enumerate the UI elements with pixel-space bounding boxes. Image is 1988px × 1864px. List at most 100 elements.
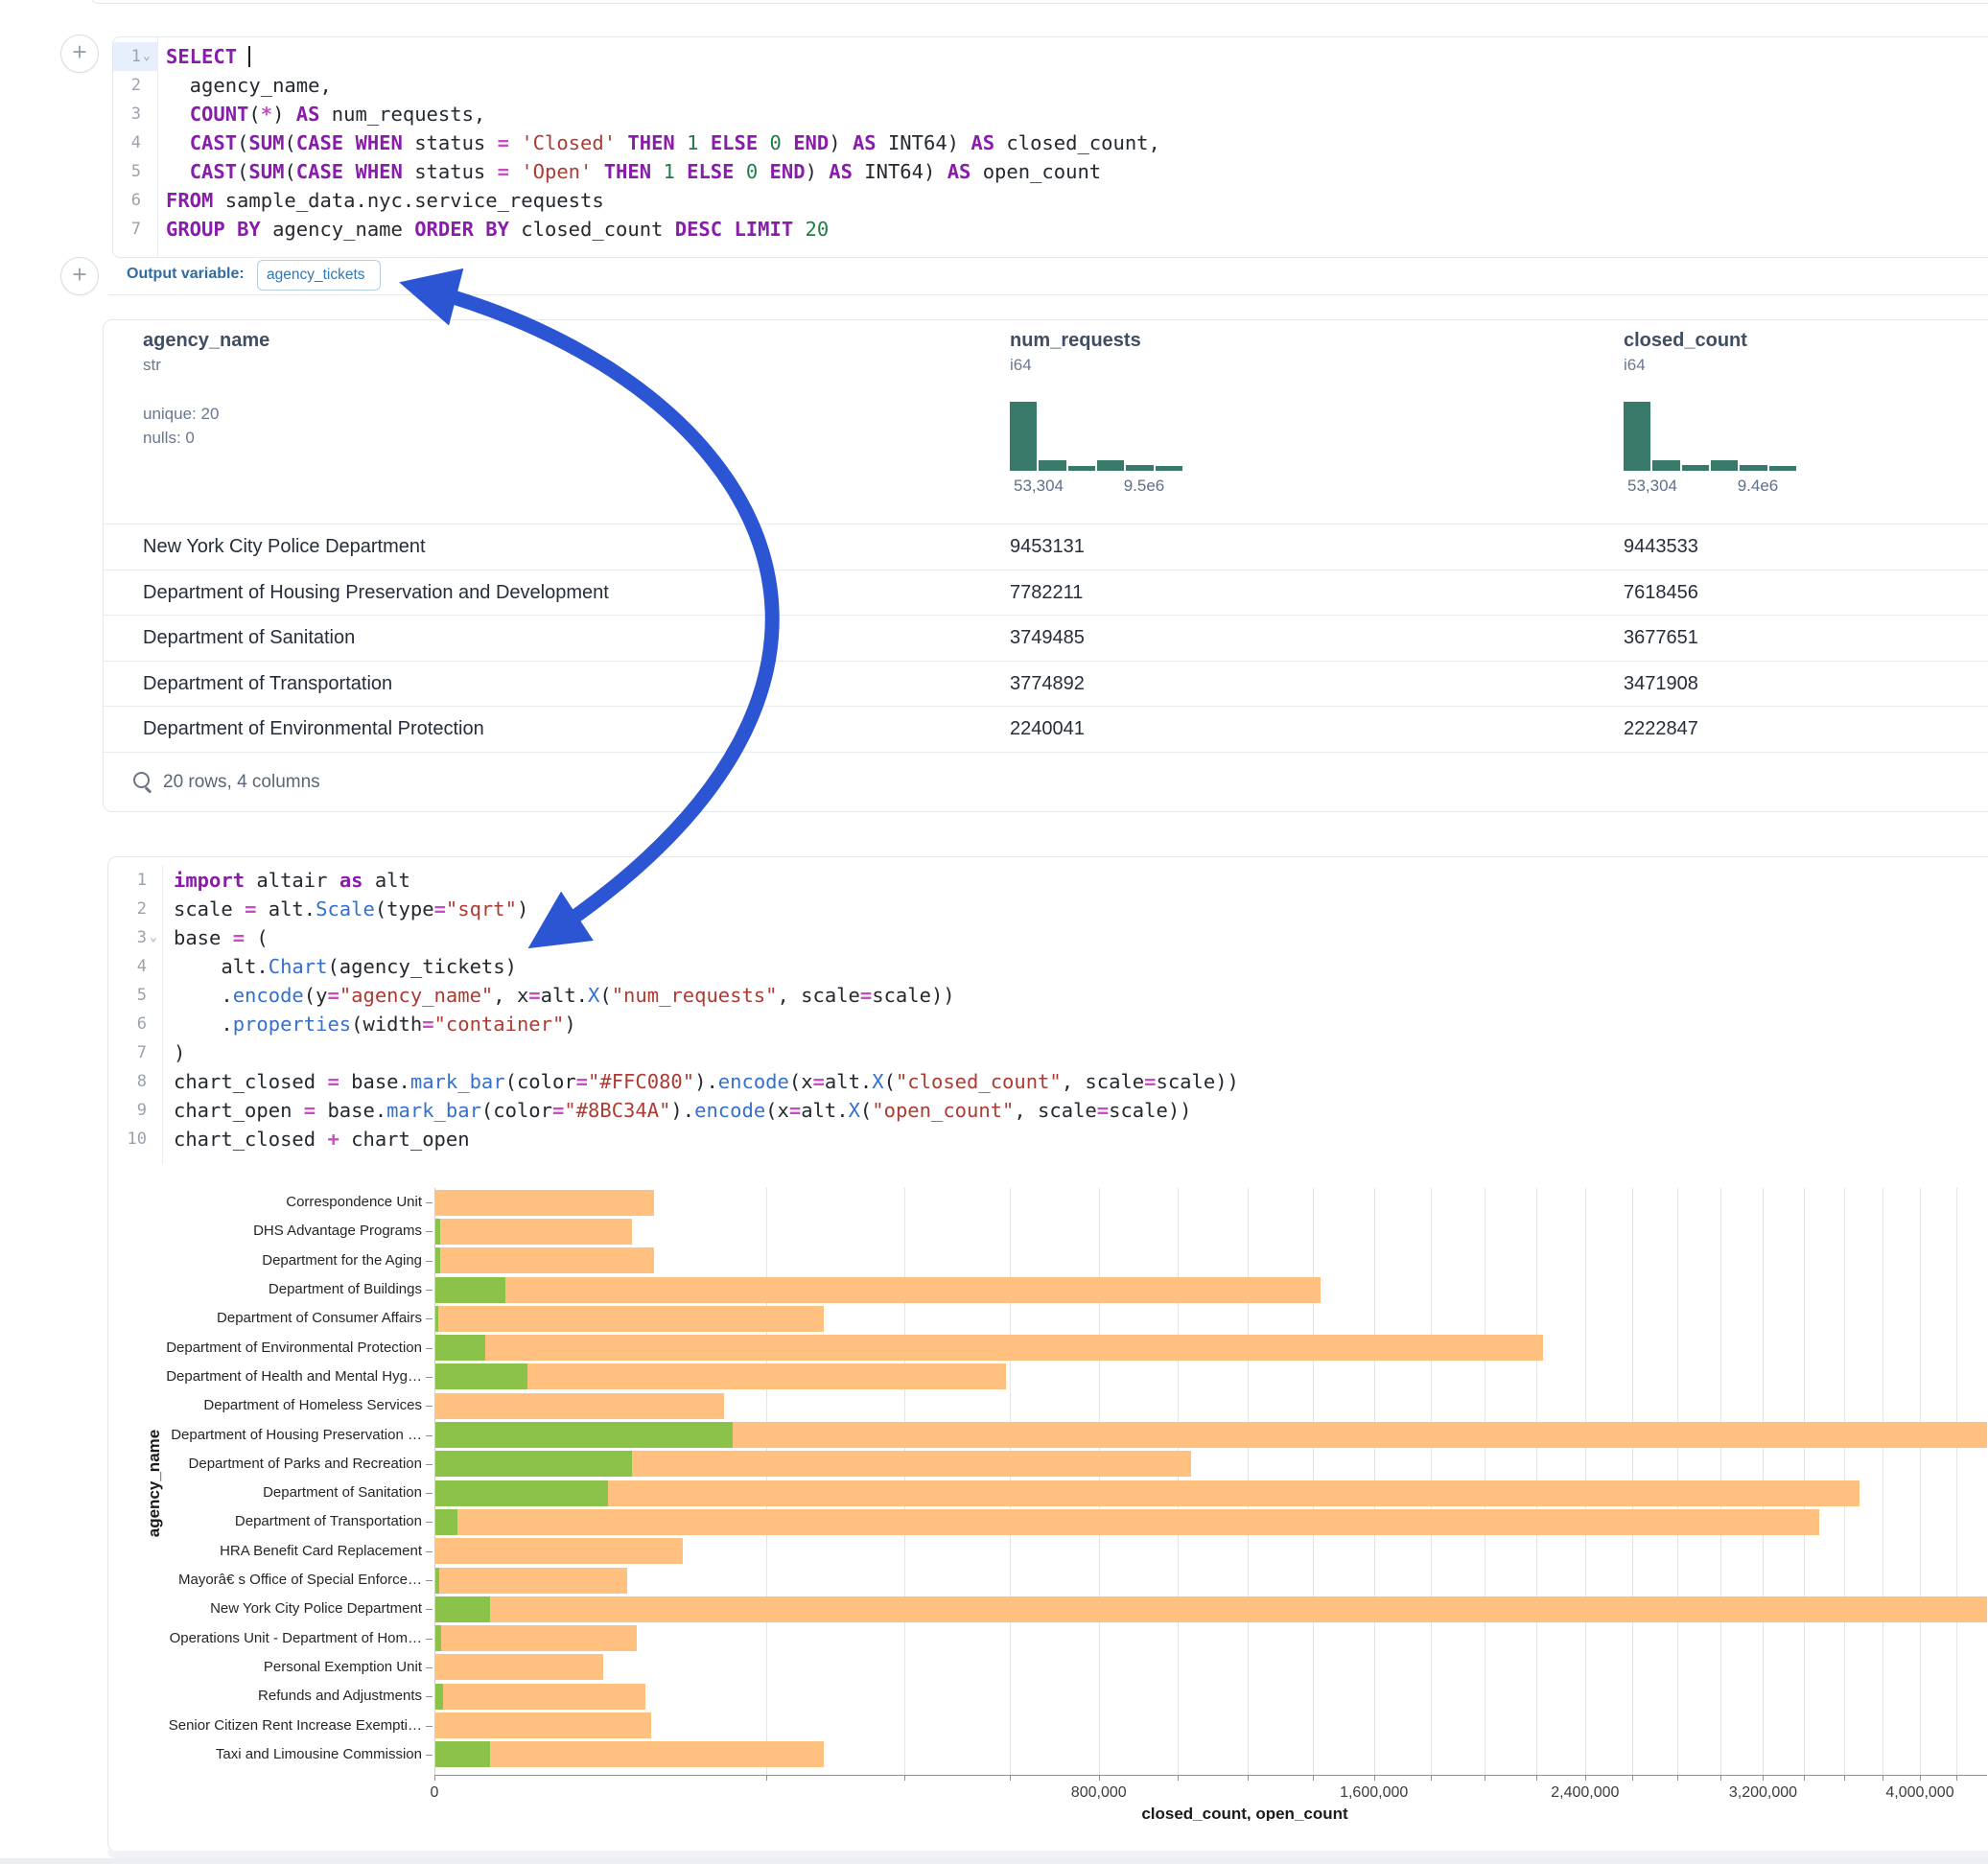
- code-token: (: [599, 984, 611, 1007]
- code-token: (color: [505, 1070, 576, 1093]
- code-line: 9chart_open = base.mark_bar(color="#8BC3…: [108, 1096, 1988, 1125]
- code-token: ): [564, 1013, 575, 1036]
- line-number: 10: [108, 1125, 147, 1153]
- bar-open-count: [435, 1422, 733, 1448]
- line-number: 7: [113, 215, 141, 244]
- line-number: 5: [108, 981, 147, 1010]
- code-token: [166, 160, 190, 183]
- bar-closed-count: [435, 1190, 654, 1216]
- y-axis-tick: [426, 1435, 433, 1436]
- histogram-bar: [1010, 402, 1037, 471]
- code-token: =: [860, 984, 872, 1007]
- code-token: (color: [481, 1099, 552, 1122]
- code-token: 'Open': [521, 160, 592, 183]
- code-token: , scale: [1014, 1099, 1096, 1122]
- y-axis-tick: [426, 1377, 433, 1378]
- code-token: alt.: [801, 1099, 848, 1122]
- line-number: 2: [108, 895, 147, 923]
- x-axis-tick: [766, 1775, 767, 1781]
- histogram-bar: [1126, 465, 1153, 471]
- altair-chart: closed_count, open_count agency_name Cor…: [109, 1188, 1987, 1821]
- cell-closed-count: 2222847: [1624, 707, 1698, 753]
- code-token: , x: [493, 984, 528, 1007]
- code-token: =: [304, 1099, 316, 1122]
- code-token: AS: [947, 160, 971, 183]
- cell-num-requests: 2240041: [1010, 707, 1085, 753]
- y-axis-label: Correspondence Unit: [109, 1194, 422, 1211]
- code-token: (: [284, 131, 295, 154]
- code-token: [758, 160, 769, 183]
- fold-chevron-icon[interactable]: ⌄: [150, 923, 157, 952]
- code-token: 20: [806, 218, 830, 241]
- code-token: (y: [304, 984, 328, 1007]
- x-axis-tick: [434, 1775, 435, 1781]
- column-header-num-requests[interactable]: num_requests: [1010, 330, 1141, 352]
- code-token: (: [884, 1070, 896, 1093]
- code-token: num_requests,: [319, 103, 485, 126]
- cell-divider: [108, 294, 1988, 295]
- code-line: 4 CAST(SUM(CASE WHEN status = 'Closed' T…: [113, 128, 1988, 157]
- code-token: ): [272, 103, 296, 126]
- code-line: 7GROUP BY agency_name ORDER BY closed_co…: [113, 215, 1988, 244]
- code-token: 0: [770, 131, 782, 154]
- column-header-agency-name[interactable]: agency_name: [143, 330, 269, 352]
- code-token: THEN: [627, 131, 674, 154]
- cell-num-requests: 9453131: [1010, 524, 1085, 571]
- y-axis-label: Department of Homeless Services: [109, 1397, 422, 1414]
- add-cell-button-top[interactable]: +: [60, 35, 99, 73]
- y-axis-label: Operations Unit - Department of Hom…: [109, 1630, 422, 1647]
- previous-cell-edge: [89, 0, 1988, 4]
- x-axis-tick: [1374, 1775, 1375, 1781]
- code-token: CASE: [296, 160, 343, 183]
- code-token: , scale: [1062, 1070, 1144, 1093]
- sql-editor[interactable]: 1⌄SELECT 2 agency_name,3 COUNT(*) AS num…: [112, 36, 1988, 258]
- code-token: alt.: [174, 955, 269, 978]
- line-number: 6: [108, 1010, 147, 1038]
- code-token: =: [498, 160, 509, 183]
- gridline: [1956, 1188, 1957, 1775]
- code-token: alt.: [825, 1070, 872, 1093]
- cell-num-requests: 7782211: [1010, 571, 1083, 617]
- histogram-bar: [1156, 466, 1182, 471]
- code-token: GROUP: [166, 218, 225, 241]
- code-text: scale = alt.Scale(type="sqrt"): [174, 895, 528, 923]
- bar-closed-count: [435, 1538, 683, 1564]
- code-token: (type: [375, 897, 434, 920]
- search-icon[interactable]: [133, 772, 150, 788]
- line-number: 6: [113, 186, 141, 215]
- code-token: THEN: [604, 160, 651, 183]
- python-cell[interactable]: 1import altair as alt2scale = alt.Scale(…: [107, 856, 1988, 1852]
- y-axis-tick: [426, 1696, 433, 1697]
- x-axis-label: 1,600,000: [1307, 1784, 1441, 1802]
- code-token: [722, 218, 734, 241]
- code-token: (x: [789, 1070, 813, 1093]
- code-text: CAST(SUM(CASE WHEN status = 'Open' THEN …: [166, 157, 1101, 186]
- bar-closed-count: [435, 1393, 724, 1419]
- code-token: =: [498, 131, 509, 154]
- add-cell-button-middle[interactable]: +: [60, 257, 99, 295]
- histogram-bar: [1624, 402, 1650, 471]
- code-token: [592, 160, 603, 183]
- code-token: ).: [670, 1099, 694, 1122]
- bar-closed-count: [435, 1654, 603, 1680]
- column-header-closed-count[interactable]: closed_count: [1624, 330, 1747, 352]
- bar-open-count: [435, 1219, 440, 1245]
- code-token: (: [284, 160, 295, 183]
- line-number: 7: [108, 1038, 147, 1067]
- output-variable-chip[interactable]: agency_tickets: [257, 260, 381, 291]
- code-token: base: [174, 926, 233, 949]
- histogram-bar: [1652, 460, 1679, 471]
- code-token: AS: [296, 103, 320, 126]
- y-axis-tick: [426, 1755, 433, 1756]
- code-token: base.: [339, 1070, 410, 1093]
- bar-open-count: [435, 1480, 608, 1506]
- column-unique-count: unique: 20: [143, 405, 219, 424]
- code-line: 5 CAST(SUM(CASE WHEN status = 'Open' THE…: [113, 157, 1988, 186]
- code-text: CAST(SUM(CASE WHEN status = 'Closed' THE…: [166, 128, 1160, 157]
- fold-chevron-icon[interactable]: ⌄: [143, 42, 151, 71]
- histogram-bar: [1711, 460, 1738, 471]
- code-token: [509, 160, 521, 183]
- code-token: [166, 103, 190, 126]
- code-token: [698, 131, 710, 154]
- bar-open-count: [435, 1306, 438, 1332]
